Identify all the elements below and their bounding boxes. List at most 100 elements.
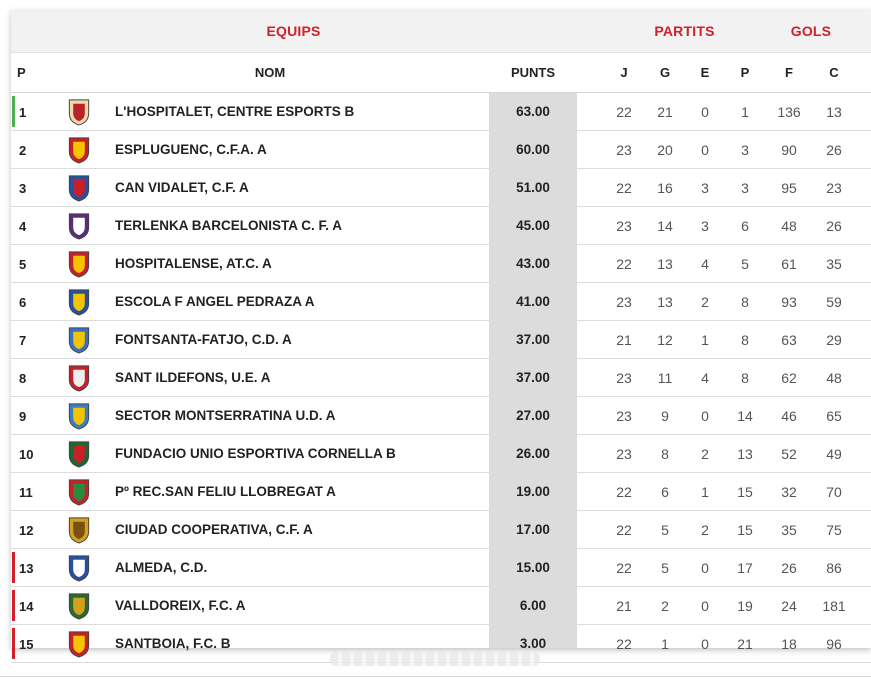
team-name[interactable]: ESCOLA F ANGEL PEDRAZA A xyxy=(115,294,315,309)
table-row[interactable]: 13 ALMEDA, C.D. 15.00 22 5 0 17 26 86 xyxy=(11,549,871,587)
row-points: 17.00 xyxy=(516,522,550,537)
row-played: 22 xyxy=(616,522,632,538)
team-name[interactable]: SANTBOIA, F.C. B xyxy=(115,636,231,651)
team-crest-icon xyxy=(68,403,90,430)
row-points: 6.00 xyxy=(519,598,547,613)
row-lost: 5 xyxy=(741,256,749,272)
row-lost: 15 xyxy=(737,522,753,538)
row-goals-against: 29 xyxy=(826,332,842,348)
row-goals-against: 59 xyxy=(826,294,842,310)
row-goals-for: 93 xyxy=(781,294,797,310)
row-played: 22 xyxy=(616,104,632,120)
table-row[interactable]: 3 CAN VIDALET, C.F. A 51.00 22 16 3 3 95 23 xyxy=(11,169,871,207)
row-position: 4 xyxy=(19,219,27,234)
row-position: 12 xyxy=(19,523,34,538)
team-name[interactable]: TERLENKA BARCELONISTA C. F. A xyxy=(115,218,342,233)
row-lost: 19 xyxy=(737,598,753,614)
team-crest-icon xyxy=(68,289,90,316)
header-played: J xyxy=(620,65,628,80)
team-name[interactable]: FUNDACIO UNIO ESPORTIVA CORNELLA B xyxy=(115,446,396,461)
team-name[interactable]: Pº REC.SAN FELIU LLOBREGAT A xyxy=(115,484,336,499)
row-lost: 6 xyxy=(741,218,749,234)
table-row[interactable]: 5 HOSPITALENSE, AT.C. A 43.00 22 13 4 5 61 35 xyxy=(11,245,871,283)
row-position: 6 xyxy=(19,295,27,310)
row-drawn: 4 xyxy=(701,370,709,386)
team-crest-icon xyxy=(68,479,90,506)
group-equips: EQUIPS xyxy=(266,23,321,39)
header-goals-for: F xyxy=(785,65,793,80)
team-crest-icon xyxy=(68,593,90,620)
group-gols: GOLS xyxy=(790,23,832,39)
team-name[interactable]: SECTOR MONTSERRATINA U.D. A xyxy=(115,408,336,423)
row-goals-for: 32 xyxy=(781,484,797,500)
column-header-row: P NOM PUNTS J G E P F C xyxy=(11,53,871,93)
table-row[interactable]: 4 TERLENKA BARCELONISTA C. F. A 45.00 23 14… xyxy=(11,207,871,245)
row-position: 15 xyxy=(19,637,34,652)
team-name[interactable]: CAN VIDALET, C.F. A xyxy=(115,180,249,195)
header-drawn: E xyxy=(700,65,710,80)
table-row[interactable]: 2 ESPLUGUENC, C.F.A. A 60.00 23 20 0 3 90 26 xyxy=(11,131,871,169)
table-row[interactable]: 11 Pº REC.SAN FELIU LLOBREGAT A 19.00 22 6 1… xyxy=(11,473,871,511)
row-drawn: 0 xyxy=(701,142,709,158)
row-goals-for: 18 xyxy=(781,636,797,652)
row-won: 12 xyxy=(657,332,673,348)
group-header-row: EQUIPS PARTITS GOLS xyxy=(11,10,871,53)
row-points: 15.00 xyxy=(516,560,550,575)
table-row[interactable]: 10 FUNDACIO UNIO ESPORTIVA CORNELLA B 26.… xyxy=(11,435,871,473)
team-name[interactable]: FONTSANTA-FATJO, C.D. A xyxy=(115,332,292,347)
team-name[interactable]: ESPLUGUENC, C.F.A. A xyxy=(115,142,267,157)
team-crest-icon xyxy=(68,137,90,164)
row-won: 16 xyxy=(657,180,673,196)
team-name[interactable]: L'HOSPITALET, CENTRE ESPORTS B xyxy=(115,104,354,119)
row-played: 22 xyxy=(616,484,632,500)
table-body: 1 L'HOSPITALET, CENTRE ESPORTS B 63.00 22 2… xyxy=(11,93,871,663)
row-goals-against: 48 xyxy=(826,370,842,386)
row-drawn: 2 xyxy=(701,522,709,538)
team-name[interactable]: HOSPITALENSE, AT.C. A xyxy=(115,256,272,271)
relegation-marker xyxy=(12,628,15,659)
row-drawn: 0 xyxy=(701,104,709,120)
row-won: 20 xyxy=(657,142,673,158)
row-goals-against: 181 xyxy=(822,598,846,614)
row-points: 26.00 xyxy=(516,446,550,461)
row-points: 37.00 xyxy=(516,370,550,385)
row-goals-against: 75 xyxy=(826,522,842,538)
row-goals-for: 46 xyxy=(781,408,797,424)
team-name[interactable]: CIUDAD COOPERATIVA, C.F. A xyxy=(115,522,313,537)
row-lost: 3 xyxy=(741,142,749,158)
group-partits: PARTITS xyxy=(654,23,715,39)
row-lost: 13 xyxy=(737,446,753,462)
table-row[interactable]: 12 CIUDAD COOPERATIVA, C.F. A 17.00 22 5 2 15… xyxy=(11,511,871,549)
row-played: 21 xyxy=(616,598,632,614)
row-lost: 21 xyxy=(737,636,753,652)
team-crest-icon xyxy=(68,327,90,354)
table-row[interactable]: 1 L'HOSPITALET, CENTRE ESPORTS B 63.00 22 2… xyxy=(11,93,871,131)
row-goals-against: 49 xyxy=(826,446,842,462)
row-drawn: 0 xyxy=(701,598,709,614)
table-row[interactable]: 6 ESCOLA F ANGEL PEDRAZA A 41.00 23 13 2 8 93 5… xyxy=(11,283,871,321)
row-position: 3 xyxy=(19,181,27,196)
team-name[interactable]: SANT ILDEFONS, U.E. A xyxy=(115,370,271,385)
team-name[interactable]: ALMEDA, C.D. xyxy=(115,560,207,575)
row-played: 22 xyxy=(616,256,632,272)
row-won: 2 xyxy=(661,598,669,614)
row-goals-for: 35 xyxy=(781,522,797,538)
row-drawn: 3 xyxy=(701,218,709,234)
row-goals-for: 52 xyxy=(781,446,797,462)
row-played: 23 xyxy=(616,370,632,386)
header-won: G xyxy=(659,65,671,80)
table-row[interactable]: 8 SANT ILDEFONS, U.E. A 37.00 23 11 4 8 62 48 xyxy=(11,359,871,397)
row-position: 7 xyxy=(19,333,27,348)
row-drawn: 4 xyxy=(701,256,709,272)
table-row[interactable]: 14 VALLDOREIX, F.C. A 6.00 21 2 0 19 24 181 xyxy=(11,587,871,625)
row-goals-for: 26 xyxy=(781,560,797,576)
team-name[interactable]: VALLDOREIX, F.C. A xyxy=(115,598,246,613)
row-position: 9 xyxy=(19,409,27,424)
table-row[interactable]: 7 FONTSANTA-FATJO, C.D. A 37.00 21 12 1 8 63 29 xyxy=(11,321,871,359)
table-row[interactable]: 9 SECTOR MONTSERRATINA U.D. A 27.00 23 9 0 14… xyxy=(11,397,871,435)
row-played: 22 xyxy=(616,180,632,196)
row-drawn: 3 xyxy=(701,180,709,196)
row-won: 21 xyxy=(657,104,673,120)
row-lost: 17 xyxy=(737,560,753,576)
divider xyxy=(0,676,871,677)
